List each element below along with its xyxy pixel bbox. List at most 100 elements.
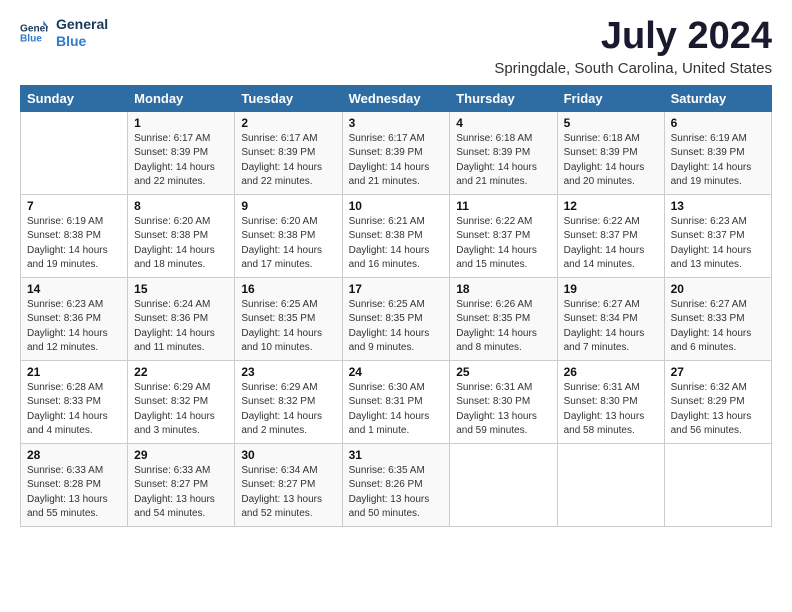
day-info: Sunrise: 6:28 AM Sunset: 8:33 PM Dayligh… <box>27 381 121 439</box>
calendar-cell: 23 Sunrise: 6:29 AM Sunset: 8:32 PM Dayli… <box>235 360 342 443</box>
calendar-cell: 27 Sunrise: 6:32 AM Sunset: 8:29 PM Dayli… <box>664 360 771 443</box>
logo-text-general: General <box>56 16 108 33</box>
page-header: General Blue General Blue July 2024 Spri… <box>20 16 772 77</box>
day-info: Sunrise: 6:34 AM Sunset: 8:27 PM Dayligh… <box>241 464 335 522</box>
calendar-body: 1Sunrise: 6:17 AM Sunset: 8:39 PM Daylig… <box>21 111 772 526</box>
day-number: 30 <box>241 448 335 462</box>
day-info: Sunrise: 6:19 AM Sunset: 8:39 PM Dayligh… <box>671 132 765 190</box>
calendar-cell: 20 Sunrise: 6:27 AM Sunset: 8:33 PM Dayli… <box>664 277 771 360</box>
day-info: Sunrise: 6:23 AM Sunset: 8:37 PM Dayligh… <box>671 215 765 273</box>
calendar-cell: 17Sunrise: 6:25 AM Sunset: 8:35 PM Dayli… <box>342 277 450 360</box>
day-number: 12 <box>564 199 658 213</box>
day-number: 22 <box>134 365 228 379</box>
calendar-cell: 31 Sunrise: 6:35 AM Sunset: 8:26 PM Dayli… <box>342 443 450 526</box>
day-number: 16 <box>241 282 335 296</box>
day-info: Sunrise: 6:18 AM Sunset: 8:39 PM Dayligh… <box>456 132 550 190</box>
day-info: Sunrise: 6:27 AM Sunset: 8:33 PM Dayligh… <box>671 298 765 356</box>
calendar-table: SundayMondayTuesdayWednesdayThursdayFrid… <box>20 85 772 527</box>
title-block: July 2024 Springdale, South Carolina, Un… <box>494 16 772 77</box>
calendar-cell: 2 Sunrise: 6:17 AM Sunset: 8:39 PM Daylig… <box>235 111 342 194</box>
calendar-cell: 4 Sunrise: 6:18 AM Sunset: 8:39 PM Daylig… <box>450 111 557 194</box>
day-info: Sunrise: 6:31 AM Sunset: 8:30 PM Dayligh… <box>456 381 550 439</box>
calendar-cell: 6Sunrise: 6:19 AM Sunset: 8:39 PM Daylig… <box>664 111 771 194</box>
calendar-cell: 29Sunrise: 6:33 AM Sunset: 8:27 PM Dayli… <box>128 443 235 526</box>
calendar-cell: 5 Sunrise: 6:18 AM Sunset: 8:39 PM Daylig… <box>557 111 664 194</box>
calendar-cell: 28 Sunrise: 6:33 AM Sunset: 8:28 PM Dayli… <box>21 443 128 526</box>
day-info: Sunrise: 6:31 AM Sunset: 8:30 PM Dayligh… <box>564 381 658 439</box>
day-info: Sunrise: 6:25 AM Sunset: 8:35 PM Dayligh… <box>241 298 335 356</box>
calendar-cell <box>557 443 664 526</box>
calendar-cell: 1Sunrise: 6:17 AM Sunset: 8:39 PM Daylig… <box>128 111 235 194</box>
day-of-week-header: Sunday <box>21 85 128 111</box>
calendar-cell: 18Sunrise: 6:26 AM Sunset: 8:35 PM Dayli… <box>450 277 557 360</box>
day-info: Sunrise: 6:17 AM Sunset: 8:39 PM Dayligh… <box>134 132 228 190</box>
day-number: 13 <box>671 199 765 213</box>
day-of-week-header: Thursday <box>450 85 557 111</box>
day-number: 4 <box>456 116 550 130</box>
calendar-cell: 13 Sunrise: 6:23 AM Sunset: 8:37 PM Dayli… <box>664 194 771 277</box>
day-number: 2 <box>241 116 335 130</box>
day-number: 7 <box>27 199 121 213</box>
calendar-cell: 3 Sunrise: 6:17 AM Sunset: 8:39 PM Daylig… <box>342 111 450 194</box>
day-info: Sunrise: 6:22 AM Sunset: 8:37 PM Dayligh… <box>456 215 550 273</box>
day-info: Sunrise: 6:27 AM Sunset: 8:34 PM Dayligh… <box>564 298 658 356</box>
day-number: 29 <box>134 448 228 462</box>
day-info: Sunrise: 6:23 AM Sunset: 8:36 PM Dayligh… <box>27 298 121 356</box>
logo-icon: General Blue <box>20 19 48 47</box>
day-info: Sunrise: 6:18 AM Sunset: 8:39 PM Dayligh… <box>564 132 658 190</box>
day-number: 23 <box>241 365 335 379</box>
day-info: Sunrise: 6:29 AM Sunset: 8:32 PM Dayligh… <box>134 381 228 439</box>
calendar-cell: 11 Sunrise: 6:22 AM Sunset: 8:37 PM Dayli… <box>450 194 557 277</box>
day-info: Sunrise: 6:21 AM Sunset: 8:38 PM Dayligh… <box>349 215 444 273</box>
day-info: Sunrise: 6:19 AM Sunset: 8:38 PM Dayligh… <box>27 215 121 273</box>
calendar-cell: 21Sunrise: 6:28 AM Sunset: 8:33 PM Dayli… <box>21 360 128 443</box>
calendar-cell: 8 Sunrise: 6:20 AM Sunset: 8:38 PM Daylig… <box>128 194 235 277</box>
day-number: 19 <box>564 282 658 296</box>
day-number: 11 <box>456 199 550 213</box>
day-number: 3 <box>349 116 444 130</box>
day-info: Sunrise: 6:29 AM Sunset: 8:32 PM Dayligh… <box>241 381 335 439</box>
calendar-cell: 30 Sunrise: 6:34 AM Sunset: 8:27 PM Dayli… <box>235 443 342 526</box>
day-number: 10 <box>349 199 444 213</box>
calendar-cell: 12 Sunrise: 6:22 AM Sunset: 8:37 PM Dayli… <box>557 194 664 277</box>
calendar-header-row: SundayMondayTuesdayWednesdayThursdayFrid… <box>21 85 772 111</box>
svg-text:Blue: Blue <box>20 33 42 44</box>
logo: General Blue General Blue <box>20 16 108 50</box>
day-number: 20 <box>671 282 765 296</box>
day-info: Sunrise: 6:17 AM Sunset: 8:39 PM Dayligh… <box>349 132 444 190</box>
day-of-week-header: Wednesday <box>342 85 450 111</box>
month-title: July 2024 <box>494 16 772 58</box>
day-info: Sunrise: 6:17 AM Sunset: 8:39 PM Dayligh… <box>241 132 335 190</box>
calendar-week-row: 14Sunrise: 6:23 AM Sunset: 8:36 PM Dayli… <box>21 277 772 360</box>
day-number: 5 <box>564 116 658 130</box>
day-info: Sunrise: 6:20 AM Sunset: 8:38 PM Dayligh… <box>241 215 335 273</box>
day-number: 27 <box>671 365 765 379</box>
logo-text-blue: Blue <box>56 33 108 50</box>
day-of-week-header: Friday <box>557 85 664 111</box>
day-info: Sunrise: 6:33 AM Sunset: 8:28 PM Dayligh… <box>27 464 121 522</box>
day-info: Sunrise: 6:24 AM Sunset: 8:36 PM Dayligh… <box>134 298 228 356</box>
location-title: Springdale, South Carolina, United State… <box>494 60 772 77</box>
calendar-week-row: 7 Sunrise: 6:19 AM Sunset: 8:38 PM Daylig… <box>21 194 772 277</box>
day-number: 8 <box>134 199 228 213</box>
calendar-cell: 10 Sunrise: 6:21 AM Sunset: 8:38 PM Dayli… <box>342 194 450 277</box>
calendar-cell: 15Sunrise: 6:24 AM Sunset: 8:36 PM Dayli… <box>128 277 235 360</box>
calendar-cell: 9 Sunrise: 6:20 AM Sunset: 8:38 PM Daylig… <box>235 194 342 277</box>
calendar-cell: 22 Sunrise: 6:29 AM Sunset: 8:32 PM Dayli… <box>128 360 235 443</box>
calendar-cell: 19 Sunrise: 6:27 AM Sunset: 8:34 PM Dayli… <box>557 277 664 360</box>
calendar-cell <box>450 443 557 526</box>
calendar-week-row: 28 Sunrise: 6:33 AM Sunset: 8:28 PM Dayli… <box>21 443 772 526</box>
day-number: 18 <box>456 282 550 296</box>
day-number: 17 <box>349 282 444 296</box>
day-number: 9 <box>241 199 335 213</box>
day-info: Sunrise: 6:20 AM Sunset: 8:38 PM Dayligh… <box>134 215 228 273</box>
day-info: Sunrise: 6:22 AM Sunset: 8:37 PM Dayligh… <box>564 215 658 273</box>
day-number: 28 <box>27 448 121 462</box>
day-info: Sunrise: 6:32 AM Sunset: 8:29 PM Dayligh… <box>671 381 765 439</box>
calendar-cell: 26Sunrise: 6:31 AM Sunset: 8:30 PM Dayli… <box>557 360 664 443</box>
calendar-week-row: 1Sunrise: 6:17 AM Sunset: 8:39 PM Daylig… <box>21 111 772 194</box>
day-of-week-header: Saturday <box>664 85 771 111</box>
day-number: 31 <box>349 448 444 462</box>
calendar-cell: 16 Sunrise: 6:25 AM Sunset: 8:35 PM Dayli… <box>235 277 342 360</box>
day-info: Sunrise: 6:35 AM Sunset: 8:26 PM Dayligh… <box>349 464 444 522</box>
